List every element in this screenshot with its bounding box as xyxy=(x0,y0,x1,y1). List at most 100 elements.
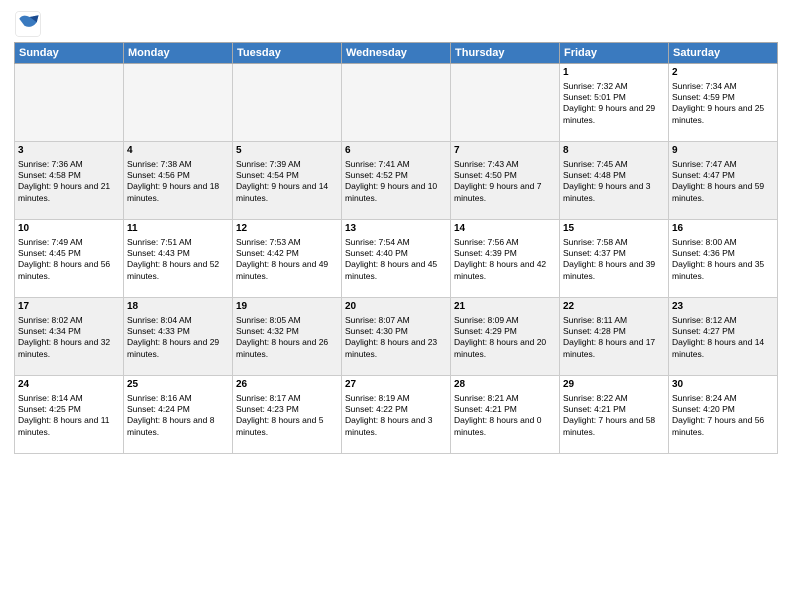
day-info: Daylight: 8 hours and 32 minutes. xyxy=(18,337,120,360)
day-info: Sunrise: 7:41 AM xyxy=(345,159,447,170)
day-info: Daylight: 8 hours and 3 minutes. xyxy=(345,415,447,438)
calendar-cell xyxy=(451,64,560,142)
day-number: 6 xyxy=(345,144,447,158)
logo-icon xyxy=(14,10,42,38)
day-info: Daylight: 9 hours and 29 minutes. xyxy=(563,103,665,126)
day-number: 12 xyxy=(236,222,338,236)
day-info: Sunset: 4:56 PM xyxy=(127,170,229,181)
day-info: Daylight: 8 hours and 52 minutes. xyxy=(127,259,229,282)
day-info: Daylight: 9 hours and 14 minutes. xyxy=(236,181,338,204)
day-info: Sunset: 4:58 PM xyxy=(18,170,120,181)
calendar-cell: 15Sunrise: 7:58 AMSunset: 4:37 PMDayligh… xyxy=(560,220,669,298)
day-info: Sunset: 4:39 PM xyxy=(454,248,556,259)
day-info: Sunrise: 8:24 AM xyxy=(672,393,774,404)
logo xyxy=(14,10,44,38)
day-number: 29 xyxy=(563,378,665,392)
day-number: 15 xyxy=(563,222,665,236)
day-info: Sunset: 4:47 PM xyxy=(672,170,774,181)
day-info: Sunset: 4:50 PM xyxy=(454,170,556,181)
day-info: Sunrise: 8:17 AM xyxy=(236,393,338,404)
day-number: 13 xyxy=(345,222,447,236)
day-info: Sunrise: 7:32 AM xyxy=(563,81,665,92)
col-header-tuesday: Tuesday xyxy=(233,43,342,64)
col-header-friday: Friday xyxy=(560,43,669,64)
calendar-cell: 7Sunrise: 7:43 AMSunset: 4:50 PMDaylight… xyxy=(451,142,560,220)
day-number: 22 xyxy=(563,300,665,314)
day-number: 16 xyxy=(672,222,774,236)
day-info: Sunset: 4:33 PM xyxy=(127,326,229,337)
calendar-cell xyxy=(342,64,451,142)
calendar-cell: 14Sunrise: 7:56 AMSunset: 4:39 PMDayligh… xyxy=(451,220,560,298)
calendar-cell: 2Sunrise: 7:34 AMSunset: 4:59 PMDaylight… xyxy=(669,64,778,142)
day-info: Sunset: 4:34 PM xyxy=(18,326,120,337)
calendar-cell: 17Sunrise: 8:02 AMSunset: 4:34 PMDayligh… xyxy=(15,298,124,376)
day-info: Sunset: 4:59 PM xyxy=(672,92,774,103)
calendar-cell: 4Sunrise: 7:38 AMSunset: 4:56 PMDaylight… xyxy=(124,142,233,220)
day-info: Daylight: 8 hours and 59 minutes. xyxy=(672,181,774,204)
day-number: 18 xyxy=(127,300,229,314)
day-info: Sunset: 4:28 PM xyxy=(563,326,665,337)
calendar-cell: 5Sunrise: 7:39 AMSunset: 4:54 PMDaylight… xyxy=(233,142,342,220)
day-number: 9 xyxy=(672,144,774,158)
day-info: Sunset: 4:40 PM xyxy=(345,248,447,259)
day-number: 3 xyxy=(18,144,120,158)
calendar-cell xyxy=(124,64,233,142)
day-info: Sunrise: 7:36 AM xyxy=(18,159,120,170)
header-row: SundayMondayTuesdayWednesdayThursdayFrid… xyxy=(15,43,778,64)
calendar-table: SundayMondayTuesdayWednesdayThursdayFrid… xyxy=(14,42,778,454)
day-number: 27 xyxy=(345,378,447,392)
calendar-cell: 28Sunrise: 8:21 AMSunset: 4:21 PMDayligh… xyxy=(451,376,560,454)
day-info: Sunset: 4:24 PM xyxy=(127,404,229,415)
day-info: Daylight: 7 hours and 56 minutes. xyxy=(672,415,774,438)
calendar-cell xyxy=(15,64,124,142)
day-info: Sunrise: 8:21 AM xyxy=(454,393,556,404)
day-number: 28 xyxy=(454,378,556,392)
day-info: Daylight: 8 hours and 8 minutes. xyxy=(127,415,229,438)
calendar-cell: 23Sunrise: 8:12 AMSunset: 4:27 PMDayligh… xyxy=(669,298,778,376)
day-info: Daylight: 9 hours and 10 minutes. xyxy=(345,181,447,204)
day-number: 20 xyxy=(345,300,447,314)
day-info: Sunset: 4:29 PM xyxy=(454,326,556,337)
calendar-cell: 11Sunrise: 7:51 AMSunset: 4:43 PMDayligh… xyxy=(124,220,233,298)
day-info: Daylight: 8 hours and 35 minutes. xyxy=(672,259,774,282)
day-info: Daylight: 9 hours and 25 minutes. xyxy=(672,103,774,126)
calendar-cell: 9Sunrise: 7:47 AMSunset: 4:47 PMDaylight… xyxy=(669,142,778,220)
day-info: Sunrise: 8:19 AM xyxy=(345,393,447,404)
day-info: Daylight: 8 hours and 42 minutes. xyxy=(454,259,556,282)
day-info: Daylight: 7 hours and 58 minutes. xyxy=(563,415,665,438)
day-info: Sunrise: 7:54 AM xyxy=(345,237,447,248)
day-info: Sunrise: 8:12 AM xyxy=(672,315,774,326)
day-info: Sunset: 4:27 PM xyxy=(672,326,774,337)
day-info: Sunrise: 7:47 AM xyxy=(672,159,774,170)
day-info: Sunrise: 7:53 AM xyxy=(236,237,338,248)
calendar-cell: 3Sunrise: 7:36 AMSunset: 4:58 PMDaylight… xyxy=(15,142,124,220)
day-info: Daylight: 8 hours and 17 minutes. xyxy=(563,337,665,360)
day-info: Sunrise: 8:00 AM xyxy=(672,237,774,248)
day-info: Sunset: 4:52 PM xyxy=(345,170,447,181)
calendar-cell xyxy=(233,64,342,142)
day-info: Daylight: 8 hours and 20 minutes. xyxy=(454,337,556,360)
calendar-cell: 10Sunrise: 7:49 AMSunset: 4:45 PMDayligh… xyxy=(15,220,124,298)
day-info: Sunrise: 7:39 AM xyxy=(236,159,338,170)
day-number: 25 xyxy=(127,378,229,392)
day-number: 21 xyxy=(454,300,556,314)
day-info: Sunrise: 8:22 AM xyxy=(563,393,665,404)
day-info: Sunrise: 8:14 AM xyxy=(18,393,120,404)
calendar-cell: 12Sunrise: 7:53 AMSunset: 4:42 PMDayligh… xyxy=(233,220,342,298)
day-info: Sunset: 4:21 PM xyxy=(454,404,556,415)
day-info: Sunset: 4:42 PM xyxy=(236,248,338,259)
day-info: Daylight: 8 hours and 5 minutes. xyxy=(236,415,338,438)
calendar-cell: 22Sunrise: 8:11 AMSunset: 4:28 PMDayligh… xyxy=(560,298,669,376)
day-number: 23 xyxy=(672,300,774,314)
calendar-cell: 13Sunrise: 7:54 AMSunset: 4:40 PMDayligh… xyxy=(342,220,451,298)
day-number: 2 xyxy=(672,66,774,80)
day-number: 1 xyxy=(563,66,665,80)
day-info: Daylight: 9 hours and 3 minutes. xyxy=(563,181,665,204)
day-info: Daylight: 9 hours and 18 minutes. xyxy=(127,181,229,204)
day-info: Sunset: 4:22 PM xyxy=(345,404,447,415)
day-number: 11 xyxy=(127,222,229,236)
day-info: Sunset: 4:45 PM xyxy=(18,248,120,259)
calendar-cell: 29Sunrise: 8:22 AMSunset: 4:21 PMDayligh… xyxy=(560,376,669,454)
day-info: Sunset: 4:36 PM xyxy=(672,248,774,259)
day-info: Sunset: 4:32 PM xyxy=(236,326,338,337)
